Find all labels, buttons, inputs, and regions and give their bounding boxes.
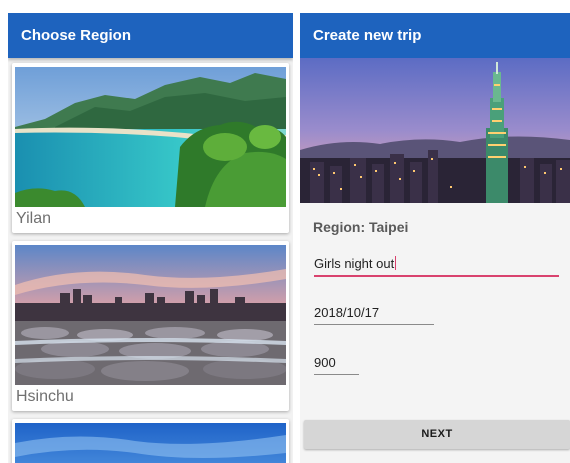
trip-budget-input[interactable]: 900 bbox=[314, 355, 359, 375]
hsinchu-photo bbox=[15, 245, 286, 385]
trip-date-input[interactable]: 2018/10/17 bbox=[314, 305, 434, 325]
trip-name-value: Girls night out bbox=[314, 256, 395, 271]
appbar-title: Choose Region bbox=[21, 27, 132, 44]
region-photo bbox=[15, 423, 286, 463]
trip-budget-value: 900 bbox=[314, 355, 336, 370]
region-card[interactable] bbox=[12, 419, 289, 463]
region-name: Hsinchu bbox=[16, 388, 74, 405]
choose-region-screen: Choose Region Yilan Hsinchu bbox=[8, 13, 293, 463]
region-label: Region: Taipei bbox=[313, 219, 409, 235]
region-card-hsinchu[interactable]: Hsinchu bbox=[12, 241, 289, 411]
next-button[interactable]: NEXT bbox=[304, 420, 570, 449]
appbar-title: Create new trip bbox=[313, 27, 422, 44]
choose-region-appbar: Choose Region bbox=[8, 13, 293, 58]
region-card-yilan[interactable]: Yilan bbox=[12, 63, 289, 233]
region-name: Yilan bbox=[16, 210, 51, 227]
text-caret bbox=[395, 256, 397, 270]
create-trip-screen: Create new trip Region: Taipei Girls nig… bbox=[300, 13, 570, 463]
taipei-hero-photo bbox=[300, 58, 570, 203]
create-trip-appbar: Create new trip bbox=[300, 13, 570, 58]
trip-name-input[interactable]: Girls night out bbox=[314, 256, 559, 277]
yilan-photo bbox=[15, 67, 286, 207]
trip-date-value: 2018/10/17 bbox=[314, 305, 380, 320]
